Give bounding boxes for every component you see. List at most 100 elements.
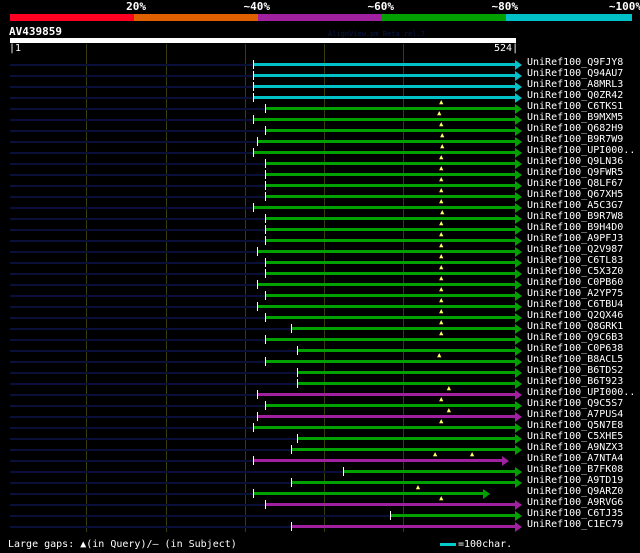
hit-label[interactable]: UniRef100_B9MXM5	[527, 112, 623, 123]
hit-label[interactable]: UniRef100_B9R7W8	[527, 211, 623, 222]
alignment-bar[interactable]	[296, 368, 522, 378]
unaligned-track	[10, 471, 343, 473]
alignment-bar[interactable]	[252, 82, 522, 92]
alignment-bar[interactable]	[290, 522, 522, 532]
alignment-bar[interactable]	[265, 236, 522, 246]
hit-label[interactable]: UniRef100_Q2QX46	[527, 310, 623, 321]
hit-label[interactable]: UniRef100_Q9ARZ0	[527, 486, 623, 497]
hit-label[interactable]: UniRef100_A7PUS4	[527, 409, 623, 420]
hit-label[interactable]: UniRef100_B7FK08	[527, 464, 623, 475]
unaligned-track	[10, 504, 266, 506]
alignment-start	[252, 456, 254, 465]
alignment-bar[interactable]	[265, 214, 522, 224]
hit-label[interactable]: UniRef100_Q9LN36	[527, 156, 623, 167]
alignment-bar[interactable]	[256, 302, 522, 312]
alignment-bar[interactable]	[265, 192, 522, 202]
alignment-bar[interactable]	[342, 467, 522, 477]
hit-label[interactable]: UniRef100_Q0ZR42	[527, 90, 623, 101]
alignment-bar[interactable]	[290, 478, 522, 488]
hit-label[interactable]: UniRef100_A8MRL3	[527, 79, 623, 90]
hit-label[interactable]: UniRef100_Q9C6B3	[527, 332, 623, 343]
alignment-bar[interactable]	[265, 104, 522, 114]
alignment-bar[interactable]	[256, 137, 522, 147]
alignment-bar[interactable]	[252, 71, 522, 81]
alignment-bar[interactable]	[252, 203, 522, 213]
hit-label[interactable]: UniRef100_B6TDS2	[527, 365, 623, 376]
alignment-bar[interactable]	[265, 401, 522, 411]
alignment-bar[interactable]	[265, 181, 522, 191]
alignment-start	[265, 500, 267, 509]
hit-label[interactable]: UniRef100_A9TD19	[527, 475, 623, 486]
alignment-bar[interactable]	[256, 390, 522, 400]
alignment-bar[interactable]	[252, 115, 522, 125]
hit-label[interactable]: UniRef100_C6TKS1	[527, 101, 623, 112]
alignment-bar[interactable]	[265, 357, 522, 367]
hit-label[interactable]: UniRef100_A5C3G7	[527, 200, 623, 211]
alignment-bar[interactable]	[290, 445, 522, 455]
alignment-bar[interactable]	[252, 456, 509, 466]
alignment-bar[interactable]	[265, 225, 522, 235]
hit-label[interactable]: UniRef100_Q67XH5	[527, 189, 623, 200]
hit-label[interactable]: UniRef100_A9RVG6	[527, 497, 623, 508]
hit-label[interactable]: UniRef100_Q9FJY8	[527, 57, 623, 68]
gap-icon: ▲	[469, 450, 475, 458]
hit-label[interactable]: UniRef100_B9R7W9	[527, 134, 623, 145]
hit-label[interactable]: UniRef100_Q5N7E8	[527, 420, 623, 431]
alignment-bar[interactable]	[265, 159, 522, 169]
alignment-bar[interactable]	[296, 346, 522, 356]
alignment-bar[interactable]	[265, 258, 522, 268]
hit-label[interactable]: UniRef100_C6TJ35	[527, 508, 623, 519]
alignment-bar[interactable]	[252, 148, 522, 158]
hit-label[interactable]: UniRef100_Q9FWR5	[527, 167, 623, 178]
alignment-start	[256, 247, 258, 256]
hit-label[interactable]: UniRef100_Q2V987	[527, 244, 623, 255]
scale-segment	[10, 14, 134, 21]
hit-row[interactable]: UniRef100_C1EC79	[0, 519, 640, 532]
alignment-bar[interactable]	[296, 434, 522, 444]
hit-label[interactable]: UniRef100_UPI000..	[527, 145, 635, 156]
hit-label[interactable]: UniRef100_A2YP75	[527, 288, 623, 299]
hit-label[interactable]: UniRef100_Q682H9	[527, 123, 623, 134]
hit-label[interactable]: UniRef100_C1EC79	[527, 519, 623, 530]
hit-label[interactable]: UniRef100_C6TL83	[527, 255, 623, 266]
alignment-bar[interactable]	[296, 379, 522, 389]
hit-label[interactable]: UniRef100_C0PB60	[527, 277, 623, 288]
alignment-bar[interactable]	[390, 511, 522, 521]
alignment-start	[256, 137, 258, 146]
hit-label[interactable]: UniRef100_B8ACL5	[527, 354, 623, 365]
alignment-bar[interactable]	[252, 489, 491, 499]
hit-label[interactable]: UniRef100_C5XHE5	[527, 431, 623, 442]
gap-icon: ▲	[439, 252, 444, 260]
hit-label[interactable]: UniRef100_UPI000..	[527, 387, 635, 398]
hit-label[interactable]: UniRef100_C5X3Z0	[527, 266, 623, 277]
hit-label[interactable]: UniRef100_C0P638	[527, 343, 623, 354]
alignment-bar[interactable]	[256, 280, 522, 290]
alignment-bar[interactable]	[265, 313, 522, 323]
hit-label[interactable]: UniRef100_B6T923	[527, 376, 623, 387]
hit-label[interactable]: UniRef100_Q8LF67	[527, 178, 623, 189]
alignment-bar[interactable]	[256, 247, 522, 257]
hit-label[interactable]: UniRef100_Q8GRK1	[527, 321, 623, 332]
alignment-bar[interactable]	[265, 335, 522, 345]
arrow-icon	[514, 137, 522, 147]
hit-label[interactable]: UniRef100_C6TBU4	[527, 299, 623, 310]
hit-label[interactable]: UniRef100_A7NTA4	[527, 453, 623, 464]
hit-label[interactable]: UniRef100_A9NZX3	[527, 442, 623, 453]
hit-label[interactable]: UniRef100_Q9C5S7	[527, 398, 623, 409]
unaligned-track	[10, 526, 291, 528]
hit-label[interactable]: UniRef100_B9H4D0	[527, 222, 623, 233]
alignment-bar[interactable]	[265, 170, 522, 180]
alignment-bar[interactable]	[252, 93, 522, 103]
alignment-bar[interactable]	[290, 324, 522, 334]
hit-label[interactable]: UniRef100_Q94AU7	[527, 68, 623, 79]
alignment-bar[interactable]	[265, 269, 522, 279]
unaligned-track	[10, 108, 266, 110]
alignment-bar[interactable]	[256, 412, 522, 422]
alignment-bar[interactable]	[252, 60, 522, 70]
hit-label[interactable]: UniRef100_A9PFJ3	[527, 233, 623, 244]
alignment-bar[interactable]	[252, 423, 522, 433]
alignment-bar[interactable]	[265, 126, 522, 136]
unaligned-track	[10, 361, 266, 363]
alignment-bar[interactable]	[265, 291, 522, 301]
alignment-bar[interactable]	[265, 500, 522, 510]
